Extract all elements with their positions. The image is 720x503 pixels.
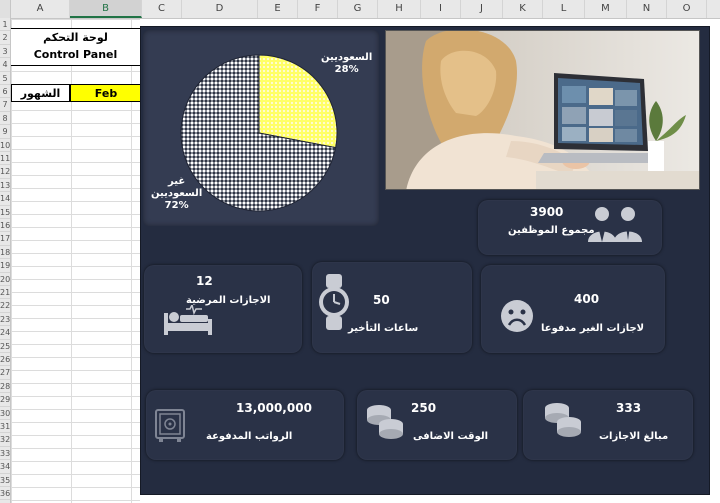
- kpi-card-unpaid-leave[interactable]: 400 لاجازات الغير مدفوعا: [481, 265, 665, 353]
- column-header-i[interactable]: I: [421, 0, 461, 18]
- column-header-n[interactable]: N: [627, 0, 667, 18]
- kpi-unpaid-leave-value: 400: [574, 292, 600, 306]
- pie-label-non-saudi-line2: السعوديين: [151, 188, 203, 199]
- row-header-10[interactable]: 10: [0, 139, 10, 152]
- column-header-a[interactable]: A: [11, 0, 70, 18]
- kpi-card-sick-leave[interactable]: 12 الاجازات المرضية: [144, 265, 302, 353]
- kpi-leave-amounts-label: مبالغ الاجازات: [599, 431, 669, 442]
- column-header-e[interactable]: E: [258, 0, 298, 18]
- select-all-corner[interactable]: [0, 0, 11, 18]
- column-header-k[interactable]: K: [503, 0, 543, 18]
- coins-icon: [367, 405, 403, 439]
- employees-icon: [588, 207, 642, 242]
- column-header-l[interactable]: L: [543, 0, 585, 18]
- control-panel-title-cell[interactable]: لوحة التحكم Control Panel: [11, 28, 140, 66]
- pie-label-saudi-pct: 28%: [334, 64, 359, 75]
- row-header-35[interactable]: 35: [0, 474, 10, 487]
- kpi-salaries-label: الرواتب المدفوعة: [206, 431, 293, 442]
- kpi-card-salaries[interactable]: 13,000,000 الرواتب المدفوعة: [146, 390, 344, 460]
- kpi-overtime-value: 250: [411, 401, 437, 415]
- kpi-card-employees[interactable]: 3900 مجموع الموظفين: [478, 200, 662, 255]
- row-header-29[interactable]: 29: [0, 393, 10, 407]
- row-header-33[interactable]: 33: [0, 447, 10, 461]
- row-header-16[interactable]: 16: [0, 219, 10, 233]
- pie-chart-card[interactable]: السعوديين 28% غير السعوديين 72%: [143, 30, 379, 226]
- column-header-d[interactable]: D: [182, 0, 258, 18]
- control-panel-title-arabic: لوحة التحكم: [43, 31, 108, 44]
- row-header-32[interactable]: 32: [0, 433, 10, 447]
- column-header-bar: A B C D E F G H I J K L M N O: [0, 0, 720, 19]
- kpi-overtime-label: الوقت الاضافى: [413, 431, 489, 442]
- kpi-card-overtime[interactable]: 250 الوقت الاضافى: [357, 390, 517, 460]
- kpi-employees-label: مجموع الموظفين: [508, 225, 595, 236]
- row-header-24[interactable]: 24: [0, 326, 10, 340]
- sad-face-icon: [501, 300, 533, 332]
- row-header-15[interactable]: 15: [0, 206, 10, 219]
- row-header-13[interactable]: 13: [0, 179, 10, 193]
- coins-icon: [545, 403, 581, 437]
- row-header-19[interactable]: 19: [0, 259, 10, 273]
- column-header-m[interactable]: M: [585, 0, 627, 18]
- column-header-j[interactable]: J: [461, 0, 503, 18]
- kpi-leave-amounts-value: 333: [616, 401, 642, 415]
- pie-label-non-saudi-line1: غير: [168, 176, 186, 187]
- row-header-7[interactable]: 7: [0, 98, 10, 112]
- row-header-2[interactable]: 2: [0, 31, 10, 45]
- row-header-25[interactable]: 25: [0, 340, 10, 353]
- row-header-18[interactable]: 18: [0, 246, 10, 260]
- kpi-salaries-value: 13,000,000: [236, 401, 312, 415]
- month-select-cell[interactable]: Feb: [70, 84, 142, 102]
- kpi-late-hours-value: 50: [373, 293, 390, 307]
- row-header-21[interactable]: 21: [0, 286, 10, 300]
- kpi-card-late-hours[interactable]: 50 ساعات التأخير: [312, 262, 472, 353]
- pie-label-non-saudi-pct: 72%: [164, 200, 189, 211]
- row-header-17[interactable]: 17: [0, 232, 10, 246]
- column-header-c[interactable]: C: [142, 0, 182, 18]
- row-header-30[interactable]: 30: [0, 407, 10, 420]
- row-header-4[interactable]: 4: [0, 58, 10, 72]
- row-header-14[interactable]: 14: [0, 192, 10, 206]
- row-header-22[interactable]: 22: [0, 299, 10, 313]
- row-header-26[interactable]: 26: [0, 353, 10, 367]
- row-header-23[interactable]: 23: [0, 313, 10, 327]
- column-header-g[interactable]: G: [338, 0, 378, 18]
- column-header-h[interactable]: H: [378, 0, 421, 18]
- column-header-o[interactable]: O: [667, 0, 707, 18]
- kpi-employees-value: 3900: [530, 205, 564, 219]
- video-meeting-photo: [385, 30, 700, 190]
- row-header-36[interactable]: 36: [0, 487, 10, 501]
- kpi-late-hours-label: ساعات التأخير: [348, 323, 419, 334]
- row-header-8[interactable]: 8: [0, 112, 10, 126]
- kpi-sick-leave-value: 12: [196, 274, 213, 288]
- kpi-card-leave-amounts[interactable]: 333 مبالغ الاجازات: [523, 390, 693, 460]
- row-header-20[interactable]: 20: [0, 273, 10, 286]
- column-header-f[interactable]: F: [298, 0, 338, 18]
- pie-label-saudi: السعوديين 28%: [321, 52, 372, 76]
- row-header-12[interactable]: 12: [0, 165, 10, 179]
- row-header-9[interactable]: 9: [0, 125, 10, 139]
- row-header-5[interactable]: 5: [0, 72, 10, 85]
- column-header-b[interactable]: B: [70, 0, 142, 18]
- control-panel-title-english: Control Panel: [33, 48, 118, 61]
- safe-icon: [155, 409, 185, 442]
- row-header-bar: 1 2 3 4 5 6 7 8 9 10 11 12 13 14 15 16 17 18 19 20 21 22 23 24 2…: [0, 18, 11, 503]
- row-header-1[interactable]: 1: [0, 18, 10, 32]
- pie-label-saudi-name: السعوديين: [321, 52, 373, 63]
- row-header-31[interactable]: 31: [0, 420, 10, 434]
- month-label-cell[interactable]: الشهور: [11, 84, 70, 102]
- row-header-6[interactable]: 6: [0, 85, 10, 99]
- row-header-34[interactable]: 34: [0, 460, 10, 474]
- kpi-unpaid-leave-label: لاجازات الغير مدفوعا: [541, 323, 645, 334]
- watch-icon: [319, 274, 349, 330]
- pie-label-non-saudi: غير السعوديين 72%: [151, 176, 202, 212]
- hospital-bed-icon: [164, 305, 212, 335]
- row-header-3[interactable]: 3: [0, 45, 10, 59]
- row-header-11[interactable]: 11: [0, 152, 10, 166]
- row-header-27[interactable]: 27: [0, 366, 10, 380]
- row-header-28[interactable]: 28: [0, 380, 10, 394]
